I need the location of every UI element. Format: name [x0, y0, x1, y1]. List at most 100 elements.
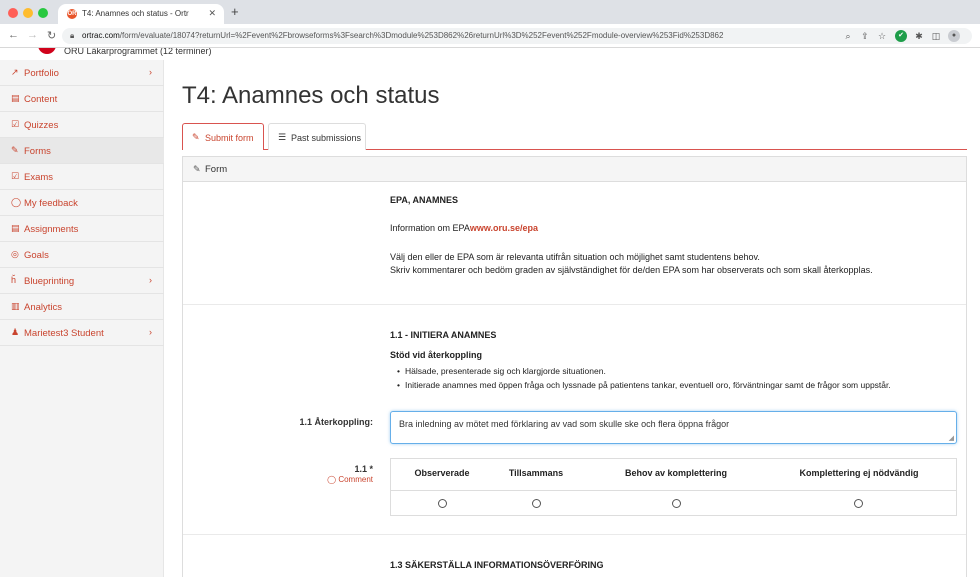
intro-line-1: Välj den eller de EPA som är relevanta u…: [390, 252, 760, 262]
section-divider: [183, 304, 966, 305]
edit-icon: ✎: [192, 132, 200, 142]
sidebar-item-portfolio[interactable]: ↗ Portfolio ›: [0, 60, 164, 86]
sidebar-item-quizzes[interactable]: ☑ Quizzes: [0, 112, 164, 138]
sidebar-item-goals[interactable]: ◎ Goals: [0, 242, 164, 268]
support-list: Hälsade, presenterade sig och klargjorde…: [397, 366, 891, 394]
zoom-icon[interactable]: ⌕: [842, 30, 854, 42]
rating-table: Observerade Tillsammans Behov av komplet…: [390, 458, 957, 516]
extensions-puzzle-icon[interactable]: ✱: [913, 30, 925, 42]
checkbox-icon: ☑: [11, 171, 20, 181]
sidebar-item-label: Goals: [24, 250, 49, 261]
list-item: Hälsade, presenterade sig och klargjorde…: [397, 366, 891, 376]
sidebar-item-label: Content: [24, 94, 58, 105]
required-star: *: [369, 464, 373, 474]
tab-submit-form[interactable]: ✎ Submit form: [182, 123, 264, 150]
program-bar: ÖRU Läkarprogrammet (12 terminer): [0, 48, 980, 60]
sidebar-item-my-feedback[interactable]: ◯ My feedback: [0, 190, 164, 216]
section-divider: [183, 534, 966, 535]
feedback-label: 1.1 Återkoppling:: [299, 417, 373, 427]
section-heading: 1.1 - INITIERA ANAMNES: [390, 330, 497, 340]
extension-check-icon[interactable]: ✔: [895, 30, 907, 42]
sidebar-item-user[interactable]: ♟ Marietest3 Student ›: [0, 320, 164, 346]
reload-icon[interactable]: ↻: [47, 29, 56, 42]
sitemap-icon: ȟ: [11, 275, 17, 285]
sidebar-item-label: Exams: [24, 172, 54, 183]
list-icon: ☰: [278, 132, 287, 142]
share-icon[interactable]: ⇪: [859, 30, 871, 42]
tab-past-submissions[interactable]: ☰ Past submissions: [268, 123, 366, 150]
comment-label: Comment: [338, 475, 373, 484]
bookmark-star-icon[interactable]: ☆: [876, 30, 888, 42]
chevron-right-icon: ›: [149, 67, 152, 77]
chevron-right-icon: ›: [149, 327, 152, 337]
sidebar-item-forms[interactable]: ✎ Forms: [0, 138, 164, 164]
rating-label: 1.1 *: [323, 464, 373, 474]
intro-line-2: Skriv kommentarer och bedöm graden av sj…: [390, 265, 873, 275]
sidebar-item-analytics[interactable]: ▥ Analytics: [0, 294, 164, 320]
sidebar-item-label: Marietest3 Student: [24, 328, 104, 339]
comment-link[interactable]: ◯ Comment: [303, 475, 373, 484]
feedback-text: Bra inledning av mötet med förklaring av…: [399, 419, 730, 429]
forward-arrow-icon[interactable]: →: [27, 29, 38, 41]
program-logo-icon: [38, 48, 56, 54]
sidebar-item-blueprinting[interactable]: ȟ Blueprinting ›: [0, 268, 164, 294]
radio-tillsammans[interactable]: [532, 499, 541, 508]
user-icon: ♟: [11, 327, 20, 337]
section-heading: 1.3 SÄKERSTÄLLA INFORMATIONSÖVERFÖRING: [390, 560, 604, 570]
sidebar-item-exams[interactable]: ☑ Exams: [0, 164, 164, 190]
rating-header-komplettering: Komplettering ej nödvändig: [799, 468, 919, 478]
sidebar-item-label: Portfolio: [24, 68, 59, 79]
form-panel-header: ✎ Form: [183, 157, 966, 182]
document-icon: ▤: [11, 223, 20, 233]
form-tabs: ✎ Submit form ☰ Past submissions: [182, 123, 967, 150]
intro-info: Information om EPAwww.oru.se/epa: [390, 223, 538, 233]
url-field[interactable]: 🔒︎ ortrac.com/form/evaluate/18074?return…: [62, 28, 972, 44]
line-chart-icon: ↗: [11, 67, 19, 77]
new-tab-icon[interactable]: +: [231, 4, 239, 19]
radio-behov-av-komplettering[interactable]: [672, 499, 681, 508]
radio-komplettering-ej-nodvandig[interactable]: [854, 499, 863, 508]
url-path: /form/evaluate/18074?returnUrl=%2Fevent%…: [119, 31, 724, 40]
target-icon: ◎: [11, 249, 19, 259]
sidebar-item-label: Quizzes: [24, 120, 59, 131]
rating-number: 1.1: [354, 464, 367, 474]
form-panel: ✎ Form EPA, ANAMNES Information om EPAww…: [182, 156, 967, 577]
chevron-right-icon: ›: [149, 275, 152, 285]
checkbox-icon: ☑: [11, 119, 20, 129]
sidebar-item-assignments[interactable]: ▤ Assignments: [0, 216, 164, 242]
main-content: T4: Anamnes och status ✎ Submit form ☰ P…: [164, 60, 980, 577]
sidebar-toggle-icon[interactable]: ◫: [930, 30, 942, 42]
browser-tab-bar: OR T4: Anamnes och status - Ortr ✕ +: [0, 0, 980, 24]
profile-avatar-icon[interactable]: ●: [948, 30, 960, 42]
url-domain: ortrac.com: [82, 31, 120, 40]
browser-tab[interactable]: OR T4: Anamnes och status - Ortr ✕: [58, 4, 224, 24]
document-icon: ▤: [11, 93, 20, 103]
sidebar-item-content[interactable]: ▤ Content: [0, 86, 164, 112]
window-minimize-button[interactable]: [23, 8, 33, 18]
back-arrow-icon[interactable]: ←: [8, 29, 19, 41]
list-item: Initierade anamnes med öppen fråga och l…: [397, 380, 891, 390]
resize-grip-icon[interactable]: ◢: [949, 434, 954, 442]
epa-link[interactable]: www.oru.se/epa: [470, 223, 538, 233]
sidebar-item-label: Analytics: [24, 302, 63, 313]
tab-label: Past submissions: [291, 133, 362, 143]
window-zoom-button[interactable]: [38, 8, 48, 18]
sidebar-item-label: Blueprinting: [24, 276, 75, 287]
support-heading: Stöd vid återkoppling: [390, 350, 483, 360]
rating-header-observerade: Observerade: [414, 468, 470, 478]
tab-close-icon[interactable]: ✕: [208, 8, 216, 19]
ortrac-favicon-icon: OR: [67, 9, 77, 19]
browser-tab-title: T4: Anamnes och status - Ortr: [82, 9, 189, 18]
sidebar-item-label: Assignments: [24, 224, 79, 235]
sidebar: ↗ Portfolio › ▤ Content ☑ Quizzes ✎ Form…: [0, 60, 164, 577]
sidebar-item-label: Forms: [24, 146, 51, 157]
window-close-button[interactable]: [8, 8, 18, 18]
sidebar-item-label: My feedback: [24, 198, 78, 209]
intro-info-prefix: Information om EPA: [390, 223, 470, 233]
radio-observerade[interactable]: [438, 499, 447, 508]
feedback-textarea[interactable]: Bra inledning av mötet med förklaring av…: [390, 411, 957, 444]
rating-header-behov: Behov av komplettering: [624, 468, 728, 478]
edit-icon: ✎: [11, 145, 19, 155]
comment-icon: ◯: [11, 197, 22, 207]
comment-icon: ◯: [327, 475, 337, 484]
